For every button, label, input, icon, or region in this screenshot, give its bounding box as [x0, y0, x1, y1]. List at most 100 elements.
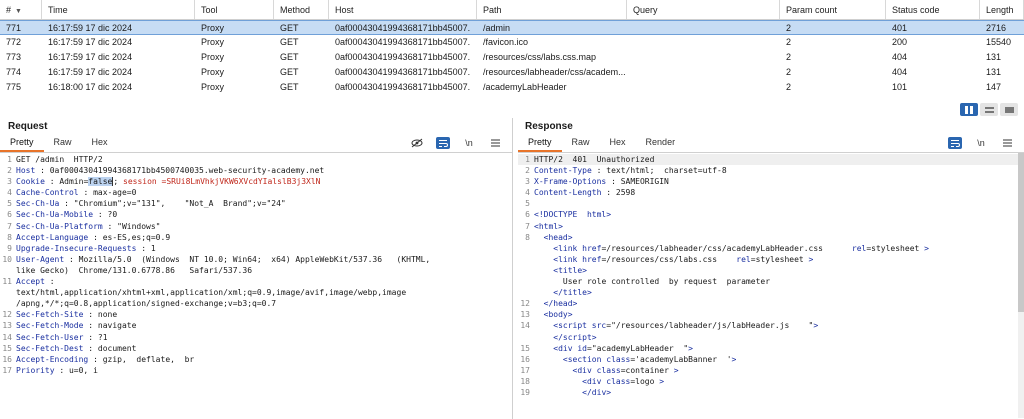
request-tabs: Pretty Raw Hex \n	[0, 135, 512, 153]
column-header-time[interactable]: Time	[42, 0, 195, 19]
code-line: 15 <div id="academyLabHeader ">	[518, 343, 1024, 354]
layout-top-bottom-icon[interactable]	[980, 103, 998, 116]
tab-request-hex[interactable]: Hex	[82, 134, 118, 152]
wrap-lines-icon[interactable]	[436, 137, 450, 149]
table-row[interactable]: 774 16:17:59 17 dic 2024 Proxy GET 0af000430…	[0, 65, 1024, 80]
request-editor[interactable]: 1 GET /admin HTTP/2 2 Host : 0af00043041994…	[0, 153, 512, 376]
tab-response-raw[interactable]: Raw	[562, 134, 600, 152]
line-number: 13	[520, 310, 530, 320]
code-line: 3 X-Frame-Options : SAMEORIGIN	[518, 176, 1024, 187]
column-header-tool[interactable]: Tool	[195, 0, 274, 19]
header-name: Upgrade-Insecure-Requests	[16, 243, 137, 253]
column-header-host[interactable]: Host	[329, 0, 477, 19]
code-line: 1 GET /admin HTTP/2	[0, 154, 512, 165]
newline-toggle[interactable]: \n	[462, 137, 476, 149]
hide-eye-slash-icon[interactable]	[410, 137, 424, 149]
header-value: : gzip, deflate, br	[88, 354, 195, 364]
cell-params: 2	[786, 37, 792, 47]
html-token: </script>	[553, 332, 597, 342]
cell-length: 147	[986, 82, 1002, 92]
line-number	[518, 287, 534, 298]
html-token: <link	[553, 243, 583, 253]
header-name: Sec-Ch-Ua-Platform	[16, 221, 103, 231]
menu-icon[interactable]	[1000, 137, 1014, 149]
html-token: href	[582, 254, 602, 264]
line-number: 17	[520, 365, 530, 375]
code-text: User-Agent : Mozilla/5.0 (Windows NT 10.…	[16, 254, 512, 276]
column-header-length[interactable]: Length	[980, 0, 1024, 19]
header-value: : ?0	[93, 210, 118, 220]
tab-response-pretty[interactable]: Pretty	[518, 134, 562, 152]
line-number: 6	[525, 210, 530, 220]
code-line: 4 Cache-Control : max-age=0	[0, 187, 512, 198]
line-number: 8	[525, 232, 530, 242]
response-scrollbar[interactable]	[1018, 153, 1024, 418]
code-line: <title>	[518, 265, 1024, 276]
header-value: : es-ES,es;q=0.9	[88, 232, 171, 242]
layout-side-by-side-icon[interactable]	[960, 103, 978, 116]
line-number: 3	[7, 177, 12, 187]
line-number: 1	[7, 155, 12, 164]
cell-host: 0af00043041994368171bb45007.	[335, 23, 471, 33]
html-token: <html>	[534, 221, 563, 231]
header-value: : 0af00043041994368171bb4500740035.web-s…	[35, 166, 325, 176]
tab-response-render[interactable]: Render	[636, 134, 686, 152]
table-row[interactable]: 771 16:17:59 17 dic 2024 Proxy GET 0af000430…	[0, 20, 1024, 35]
line-number	[518, 276, 534, 287]
html-token: <link	[553, 254, 583, 264]
code-text: Sec-Ch-Ua-Mobile : ?0	[16, 209, 512, 220]
column-header-path[interactable]: Path	[477, 0, 627, 19]
line-number: 12	[2, 310, 12, 320]
html-token: href	[582, 243, 602, 253]
table-row[interactable]: 775 16:18:00 17 dic 2024 Proxy GET 0af000430…	[0, 80, 1024, 92]
code-text: <script src="/resources/labheader/js/lab…	[553, 321, 819, 331]
menu-icon[interactable]	[488, 137, 502, 149]
code-text: <div class=logo >	[582, 376, 665, 386]
column-header-status[interactable]: Status code	[886, 0, 980, 19]
line-number: 1	[525, 155, 530, 164]
code-text: <link href=/resources/css/labs.css rel=s…	[553, 254, 814, 264]
html-token: Content-Type	[534, 166, 592, 176]
tab-request-raw[interactable]: Raw	[44, 134, 82, 152]
code-line: 14 Sec-Fetch-User : ?1	[0, 332, 512, 343]
cell-tool: Proxy	[201, 23, 225, 33]
code-text: Sec-Fetch-Dest : document	[16, 343, 512, 354]
cell-tool: Proxy	[201, 37, 225, 47]
request-pane: Request Pretty Raw Hex \n 1 GET /admin HT…	[0, 118, 513, 419]
column-header-query[interactable]: Query	[627, 0, 780, 19]
session-cookie: session =SRUi8LmVhkjVKW6XVcdYIalslB3j3Xl…	[123, 177, 321, 187]
header-value: : "Windows"	[102, 221, 161, 231]
code-text: <body>	[534, 309, 1024, 320]
table-row[interactable]: 773 16:17:59 17 dic 2024 Proxy GET 0af000430…	[0, 50, 1024, 65]
header-name: Sec-Fetch-Mode	[16, 321, 84, 331]
cell-num: 774	[6, 67, 22, 77]
code-line: <link href=/resources/css/labs.css rel=s…	[518, 254, 1024, 265]
column-header-params[interactable]: Param count	[780, 0, 886, 19]
table-row[interactable]: 772 16:17:59 17 dic 2024 Proxy GET 0af000430…	[0, 35, 1024, 50]
html-token: >	[731, 354, 737, 364]
code-text: Accept-Language : es-ES,es;q=0.9	[16, 232, 512, 243]
line-number: 4	[525, 188, 530, 198]
code-text: </script>	[534, 332, 1024, 343]
code-text: <div class=container >	[572, 365, 679, 375]
tab-response-hex[interactable]: Hex	[600, 134, 636, 152]
tab-request-pretty[interactable]: Pretty	[0, 134, 44, 152]
code-text: Upgrade-Insecure-Requests : 1	[16, 243, 512, 254]
wrap-lines-icon[interactable]	[948, 137, 962, 149]
line-number: 15	[2, 343, 12, 353]
layout-tabs-icon[interactable]	[1000, 103, 1018, 116]
html-token: <title>	[553, 265, 587, 275]
column-header-method[interactable]: Method	[274, 0, 329, 19]
cell-params: 2	[786, 82, 792, 92]
newline-toggle[interactable]: \n	[974, 137, 988, 149]
html-token: >	[924, 243, 929, 253]
cell-host: 0af00043041994368171bb45007.	[335, 52, 471, 62]
html-token: <div	[553, 343, 578, 353]
cell-method: GET	[280, 52, 299, 62]
response-editor[interactable]: 1 HTTP/2 401 Unauthorized 2 Content-Type : …	[518, 153, 1024, 418]
html-token: >	[659, 376, 665, 386]
html-token: </head>	[543, 299, 578, 309]
column-header-num[interactable]: # ▼	[0, 0, 42, 19]
cell-path: /favicon.ico	[483, 37, 529, 47]
code-text: Accept-Encoding : gzip, deflate, br	[16, 354, 512, 365]
